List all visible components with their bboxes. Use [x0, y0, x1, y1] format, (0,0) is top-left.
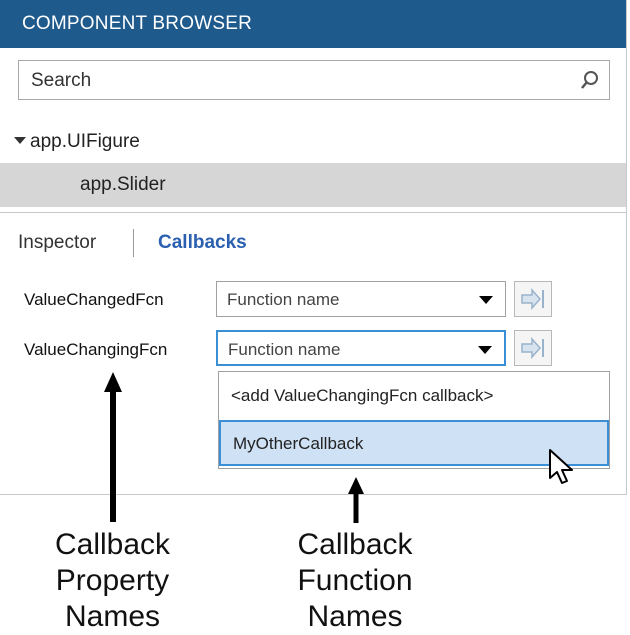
annotation-right: Callback Function Names — [260, 527, 450, 635]
annotation-line: Callback — [54, 528, 171, 561]
annotation-arrow-left — [104, 372, 122, 522]
annotation-arrow-right — [348, 477, 364, 523]
annotation-line: Property — [55, 564, 170, 597]
annotation-line: Function — [297, 564, 413, 597]
annotation-line: Callback — [297, 528, 413, 561]
annotation-left: Callback Property Names — [20, 527, 205, 635]
